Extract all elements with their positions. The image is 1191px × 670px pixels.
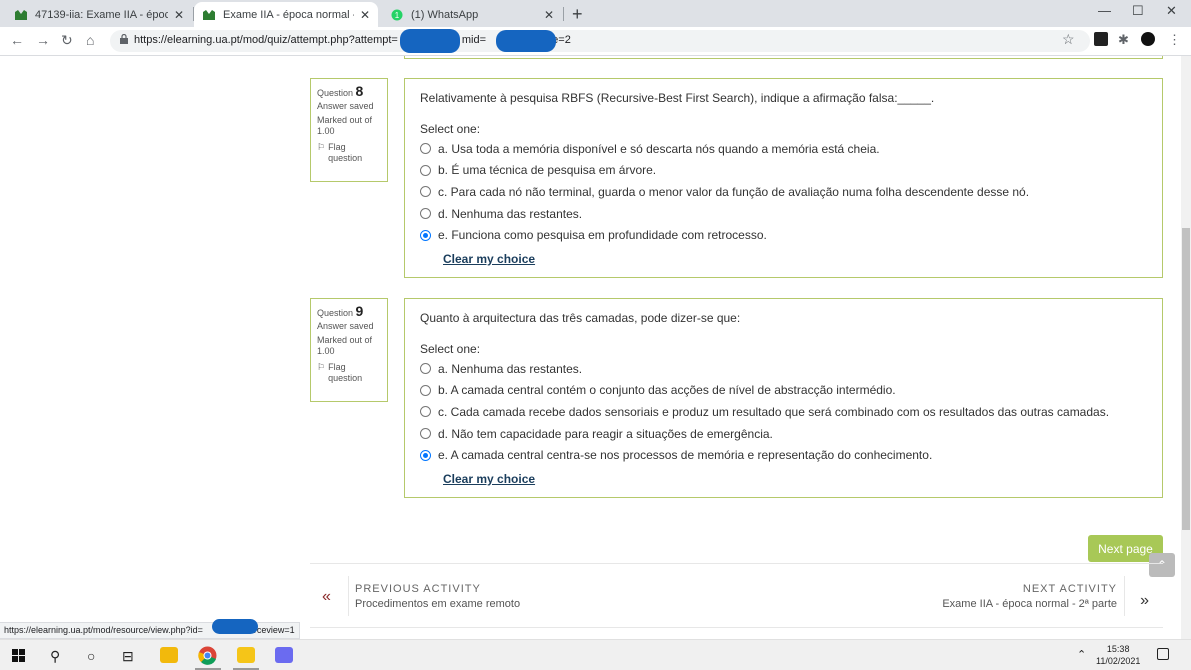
question-state: Answer saved	[317, 321, 374, 331]
scrollbar-thumb[interactable]	[1182, 228, 1190, 530]
answer-option[interactable]: a. Usa toda a memória disponível e só de…	[420, 138, 1147, 160]
question-state: Answer saved	[317, 101, 374, 111]
question-box-9: Quanto à arquitectura das três camadas, …	[404, 298, 1163, 498]
activity-navigation: « PREVIOUS ACTIVITY Procedimentos em exa…	[310, 563, 1163, 628]
select-one-label: Select one:	[420, 122, 481, 136]
windows-taskbar: ⚲ ○ ⊟ ⌃ 15:38 11/02/2021	[0, 639, 1191, 670]
lock-app-icon[interactable]	[237, 647, 255, 663]
flag-question-link[interactable]: ⚐ Flag question	[317, 142, 381, 164]
answer-option[interactable]: e. Funciona como pesquisa em profundidad…	[420, 224, 1147, 246]
page-scrollbar[interactable]	[1181, 56, 1191, 639]
question-marks: Marked out of 1.00	[317, 335, 373, 356]
flag-question-link[interactable]: ⚐ Flag question	[317, 362, 381, 384]
browser-tab-strip: 47139-iia: Exame IIA - época norm ✕ Exam…	[0, 0, 1191, 27]
question-box-8: Relativamente à pesquisa RBFS (Recursive…	[404, 78, 1163, 278]
radio-button[interactable]	[420, 164, 431, 176]
home-icon[interactable]: ⌂	[86, 32, 94, 48]
answer-option[interactable]: c. Para cada nó não terminal, guarda o m…	[420, 181, 1147, 203]
answer-option[interactable]: b. É uma técnica de pesquisa em árvore.	[420, 160, 1147, 182]
flag-icon: ⚐	[317, 362, 326, 372]
answer-option[interactable]: d. Nenhuma das restantes.	[420, 203, 1147, 225]
redaction-mark	[212, 619, 258, 634]
back-icon[interactable]: ←	[10, 32, 24, 48]
file-explorer-icon[interactable]	[160, 647, 178, 663]
question-number: 8	[355, 83, 364, 99]
close-window-button[interactable]: ✕	[1166, 3, 1177, 19]
tab-divider	[563, 7, 564, 21]
question-marks: Marked out of 1.00	[317, 115, 373, 136]
cortana-icon[interactable]: ○	[87, 648, 95, 664]
next-activity-label: NEXT ACTIVITY	[1022, 583, 1117, 595]
radio-button-selected[interactable]	[420, 449, 431, 461]
divider	[1124, 576, 1125, 616]
clear-choice-link[interactable]: Clear my choice	[443, 472, 535, 486]
prev-activity-label: PREVIOUS ACTIVITY	[355, 583, 481, 595]
browser-toolbar: ← → ↻ ⌂ https://elearning.ua.pt/mod/quiz…	[0, 27, 1191, 56]
question-info-8: Question 8 Answer saved Marked out of 1.…	[310, 78, 388, 182]
notification-icon[interactable]	[1157, 648, 1169, 660]
next-activity-link[interactable]: Exame IIA - época normal - 2ª parte	[942, 598, 1117, 610]
extension-icon[interactable]	[1094, 32, 1108, 46]
menu-kebab-icon[interactable]: ⋮	[1168, 32, 1182, 47]
answer-option[interactable]: e. A camada central centra-se nos proces…	[420, 444, 1147, 466]
moodle-icon	[15, 9, 27, 20]
moodle-icon	[203, 9, 215, 20]
next-activity-arrow-icon[interactable]: »	[1140, 592, 1149, 610]
answer-option[interactable]: c. Cada camada recebe dados sensoriais e…	[420, 401, 1147, 423]
redaction-mark	[496, 30, 556, 52]
prev-activity-link[interactable]: Procedimentos em exame remoto	[355, 598, 520, 610]
discord-icon[interactable]	[275, 647, 293, 663]
extensions-puzzle-icon[interactable]: ✱	[1118, 32, 1132, 47]
select-one-label: Select one:	[420, 342, 481, 356]
page-content: Question 8 Answer saved Marked out of 1.…	[0, 56, 1181, 639]
svg-text:1: 1	[395, 11, 400, 20]
redaction-mark	[400, 29, 460, 53]
radio-button-selected[interactable]	[420, 229, 431, 241]
close-icon[interactable]: ✕	[544, 8, 554, 22]
question-number: 9	[355, 303, 364, 319]
system-clock[interactable]: 15:38 11/02/2021	[1096, 643, 1140, 667]
new-tab-button[interactable]: +	[572, 4, 583, 25]
radio-button[interactable]	[420, 363, 431, 375]
question-info-9: Question 9 Answer saved Marked out of 1.…	[310, 298, 388, 402]
search-icon[interactable]: ⚲	[50, 648, 60, 665]
clear-choice-link[interactable]: Clear my choice	[443, 252, 535, 266]
radio-button[interactable]	[420, 428, 431, 440]
address-bar[interactable]: https://elearning.ua.pt/mod/quiz/attempt…	[110, 29, 1090, 53]
answer-option[interactable]: a. Nenhuma das restantes.	[420, 358, 1147, 380]
radio-button[interactable]	[420, 406, 431, 418]
reload-icon[interactable]: ↻	[61, 32, 73, 49]
question-text: Relativamente à pesquisa RBFS (Recursive…	[420, 91, 935, 105]
answer-option[interactable]: d. Não tem capacidade para reagir a situ…	[420, 423, 1147, 445]
tab-exam-attempt[interactable]: Exame IIA - época normal - 1ª pa ✕	[194, 2, 378, 27]
tab-whatsapp[interactable]: 1 (1) WhatsApp ✕	[382, 2, 562, 27]
divider	[348, 576, 349, 616]
forward-icon[interactable]: →	[36, 32, 50, 48]
radio-button[interactable]	[420, 143, 431, 155]
close-icon[interactable]: ✕	[174, 8, 184, 22]
close-icon[interactable]: ✕	[360, 8, 370, 22]
lock-icon	[120, 34, 128, 44]
flag-icon: ⚐	[317, 142, 326, 152]
profile-avatar[interactable]	[1141, 32, 1155, 46]
maximize-button[interactable]: ☐	[1132, 3, 1144, 19]
whatsapp-icon: 1	[391, 9, 403, 20]
bookmark-star-icon[interactable]: ☆	[1062, 31, 1075, 48]
previous-question-box	[404, 56, 1163, 59]
chrome-icon[interactable]	[198, 646, 217, 665]
tab-exam-course[interactable]: 47139-iia: Exame IIA - época norm ✕	[6, 2, 192, 27]
radio-button[interactable]	[420, 186, 431, 198]
prev-activity-arrow-icon[interactable]: «	[322, 588, 331, 606]
radio-button[interactable]	[420, 384, 431, 396]
windows-start-icon[interactable]	[12, 649, 25, 662]
answer-option[interactable]: b. A camada central contém o conjunto da…	[420, 380, 1147, 402]
question-text: Quanto à arquitectura das três camadas, …	[420, 311, 741, 325]
minimize-button[interactable]: —	[1098, 3, 1111, 18]
tray-chevron-up-icon[interactable]: ⌃	[1077, 648, 1086, 661]
radio-button[interactable]	[420, 208, 431, 220]
task-view-icon[interactable]: ⊟	[122, 648, 134, 665]
